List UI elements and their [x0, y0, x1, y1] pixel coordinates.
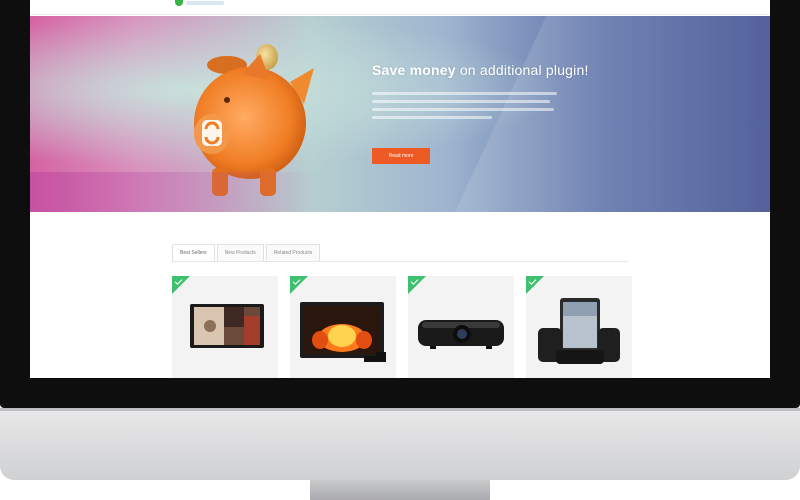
tabs-divider	[172, 261, 628, 262]
piggy-bank-icon	[194, 44, 314, 196]
logo-wordmark	[186, 1, 224, 5]
monitor-chin	[0, 408, 800, 480]
hero-title-light: on additional plugin!	[459, 62, 589, 78]
product-card[interactable]	[408, 276, 514, 378]
text-line	[372, 92, 557, 95]
browser-screen: Save money on additional plugin! Read mo…	[30, 0, 770, 378]
tab-best-sellers[interactable]: Best Sellers	[172, 244, 215, 261]
text-line	[372, 100, 550, 103]
logo-mark-icon	[175, 0, 183, 6]
tab-related-products[interactable]: Related Products	[265, 244, 321, 261]
hero-banner: Save money on additional plugin! Read mo…	[30, 16, 770, 212]
top-nav	[30, 0, 770, 15]
hero-title: Save money on additional plugin!	[372, 62, 589, 78]
site-logo[interactable]	[175, 0, 227, 8]
text-line	[372, 116, 492, 119]
text-line	[372, 108, 554, 111]
monitor-stand	[310, 480, 490, 500]
product-tabs: Best Sellers New Products Related Produc…	[172, 244, 322, 261]
product-card[interactable]	[172, 276, 278, 378]
product-card[interactable]	[526, 276, 632, 378]
read-more-button[interactable]: Read more	[372, 148, 430, 164]
hero-description	[372, 92, 557, 124]
product-card[interactable]	[290, 276, 396, 378]
monitor-bezel: Save money on additional plugin! Read mo…	[0, 0, 800, 408]
tab-new-products[interactable]: New Products	[216, 244, 264, 261]
hero-title-bold: Save money	[372, 62, 456, 78]
